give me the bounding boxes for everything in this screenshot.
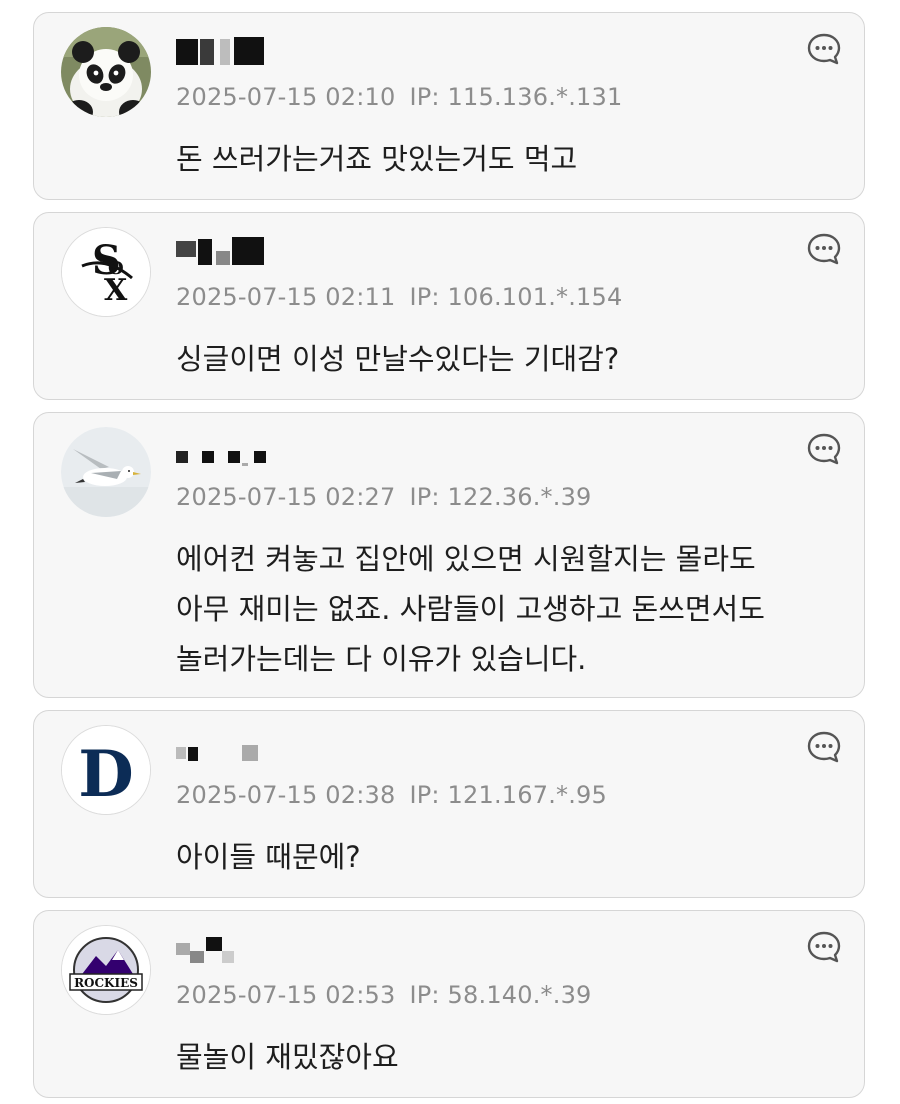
comment-meta: 2025-07-15 02:38 IP: 121.167.*.95 — [176, 781, 607, 809]
nickname-blurred — [176, 235, 276, 267]
timestamp: 2025-07-15 02:27 — [176, 483, 396, 511]
comment-text: 에어컨 켜놓고 집안에 있으면 시원할지는 몰라도 아무 재미는 없죠. 사람들… — [176, 534, 856, 684]
svg-text:ROCKIES: ROCKIES — [74, 976, 138, 990]
svg-text:X: X — [104, 273, 128, 308]
comment-text-line: 에어컨 켜놓고 집안에 있으면 시원할지는 몰라도 — [176, 542, 756, 576]
comment-bubble-icon[interactable] — [806, 231, 842, 267]
comment-meta: 2025-07-15 02:11 IP: 106.101.*.154 — [176, 283, 622, 311]
comment-text: 물놀이 재밌잖아요 — [176, 1032, 856, 1082]
seagull-avatar[interactable] — [61, 427, 151, 517]
comment-text-line: 싱글이면 이성 만날수있다는 기대감? — [176, 342, 620, 376]
timestamp: 2025-07-15 02:53 — [176, 981, 396, 1009]
tigers-logo[interactable]: D — [61, 725, 151, 815]
comment-bubble-icon[interactable] — [806, 729, 842, 765]
comment-meta: 2025-07-15 02:27 IP: 122.36.*.39 — [176, 483, 592, 511]
comment-card: 2025-07-15 02:10 IP: 115.136.*.131 돈 쓰러가는… — [33, 12, 865, 200]
ip-address: IP: 122.36.*.39 — [409, 483, 592, 511]
timestamp: 2025-07-15 02:38 — [176, 781, 396, 809]
comment-card: S O X 2025-07-15 02:11 IP: 106.101.*.154 … — [33, 212, 865, 400]
comment-card: ROCKIES 2025-07-15 02:53 IP: 58.140.*.39 … — [33, 910, 865, 1098]
svg-text:D: D — [78, 737, 134, 812]
comment-text: 돈 쓰러가는거죠 맛있는거도 먹고 — [176, 134, 856, 184]
comment-text-line: 놀러가는데는 다 이유가 있습니다. — [176, 642, 587, 676]
comment-card: 2025-07-15 02:27 IP: 122.36.*.39 에어컨 켜놓고 … — [33, 412, 865, 698]
timestamp: 2025-07-15 02:11 — [176, 283, 396, 311]
ip-address: IP: 106.101.*.154 — [409, 283, 623, 311]
nickname-blurred — [176, 733, 276, 765]
ip-address: IP: 58.140.*.39 — [409, 981, 592, 1009]
panda-avatar[interactable] — [61, 27, 151, 117]
comment-card: D 2025-07-15 02:38 IP: 121.167.*.95 아이들 때… — [33, 710, 865, 898]
ip-address: IP: 115.136.*.131 — [409, 83, 623, 111]
nickname-blurred — [176, 933, 276, 965]
timestamp: 2025-07-15 02:10 — [176, 83, 396, 111]
comment-meta: 2025-07-15 02:53 IP: 58.140.*.39 — [176, 981, 592, 1009]
ip-address: IP: 121.167.*.95 — [409, 781, 607, 809]
comment-text-line: 돈 쓰러가는거죠 맛있는거도 먹고 — [176, 142, 578, 176]
nickname-blurred — [176, 435, 276, 467]
comment-bubble-icon[interactable] — [806, 929, 842, 965]
nickname-blurred — [176, 35, 276, 67]
comment-meta: 2025-07-15 02:10 IP: 115.136.*.131 — [176, 83, 622, 111]
rockies-logo[interactable]: ROCKIES — [61, 925, 151, 1015]
comment-text-line: 아무 재미는 없죠. 사람들이 고생하고 돈쓰면서도 — [176, 592, 765, 626]
comment-text: 싱글이면 이성 만날수있다는 기대감? — [176, 334, 856, 384]
comment-text-line: 물놀이 재밌잖아요 — [176, 1040, 399, 1074]
white-sox-logo[interactable]: S O X — [61, 227, 151, 317]
comment-bubble-icon[interactable] — [806, 31, 842, 67]
comment-text: 아이들 때문에? — [176, 832, 856, 882]
comment-text-line: 아이들 때문에? — [176, 840, 361, 874]
comment-bubble-icon[interactable] — [806, 431, 842, 467]
